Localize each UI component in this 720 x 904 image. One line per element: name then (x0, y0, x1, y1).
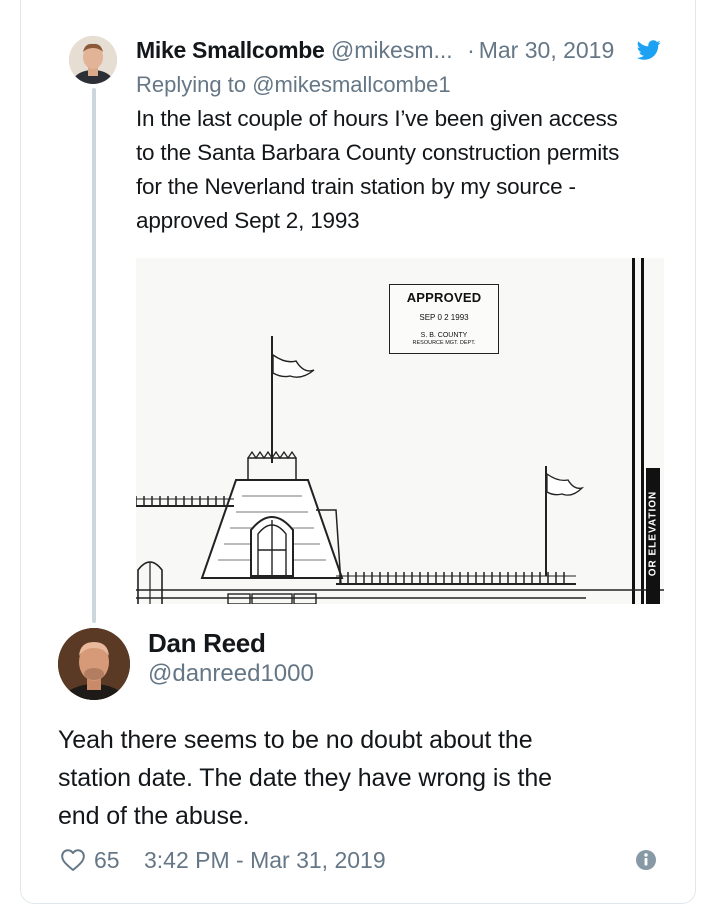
tweet-timestamp[interactable]: 3:42 PM - Mar 31, 2019 (144, 844, 386, 876)
drawing-side-label: OR ELEVATION (646, 468, 660, 604)
stamp-date: SEP 0 2 1993 (419, 313, 469, 322)
quoted-author-handle[interactable]: @mikesm... (331, 37, 453, 63)
author-name[interactable]: Dan Reed (148, 627, 266, 659)
quoted-tweet-date[interactable]: Mar 30, 2019 (479, 37, 615, 63)
stamp-title: APPROVED (406, 290, 482, 305)
approved-stamp: APPROVED SEP 0 2 1993 S. B. COUNTY RESOU… (389, 284, 499, 354)
tweet-text: Yeah there seems to be no doubt about th… (58, 726, 552, 830)
tweet-footer: 65 3:42 PM - Mar 31, 2019 (58, 844, 668, 878)
quoted-author-name[interactable]: Mike Smallcombe (136, 37, 325, 63)
attached-photo[interactable]: APPROVED SEP 0 2 1993 S. B. COUNTY RESOU… (136, 258, 664, 604)
replying-to-mention[interactable]: @mikesmallcombe1 (252, 72, 450, 97)
stamp-county: S. B. COUNTY (420, 332, 468, 339)
author-handle[interactable]: @danreed1000 (148, 658, 314, 690)
replying-to-line: Replying to @mikesmallcombe1 (136, 70, 451, 100)
info-icon[interactable] (635, 849, 657, 871)
quoted-tweet-header: Mike Smallcombe @mikesm... · Mar 30, 2019 (136, 35, 676, 65)
heart-icon[interactable] (60, 847, 86, 873)
twitter-bird-icon[interactable] (636, 38, 662, 62)
side-label-text: OR ELEVATION (647, 490, 659, 577)
avatar[interactable] (69, 36, 117, 84)
replying-prefix: Replying to (136, 72, 247, 97)
avatar[interactable] (58, 628, 130, 700)
stamp-dept: RESOURCE MGT. DEPT. (412, 340, 476, 346)
thread-connector-line (92, 88, 96, 623)
separator-dot: · (467, 37, 475, 63)
like-count[interactable]: 65 (94, 844, 120, 876)
quoted-tweet-text: In the last couple of hours I’ve been gi… (136, 106, 620, 233)
